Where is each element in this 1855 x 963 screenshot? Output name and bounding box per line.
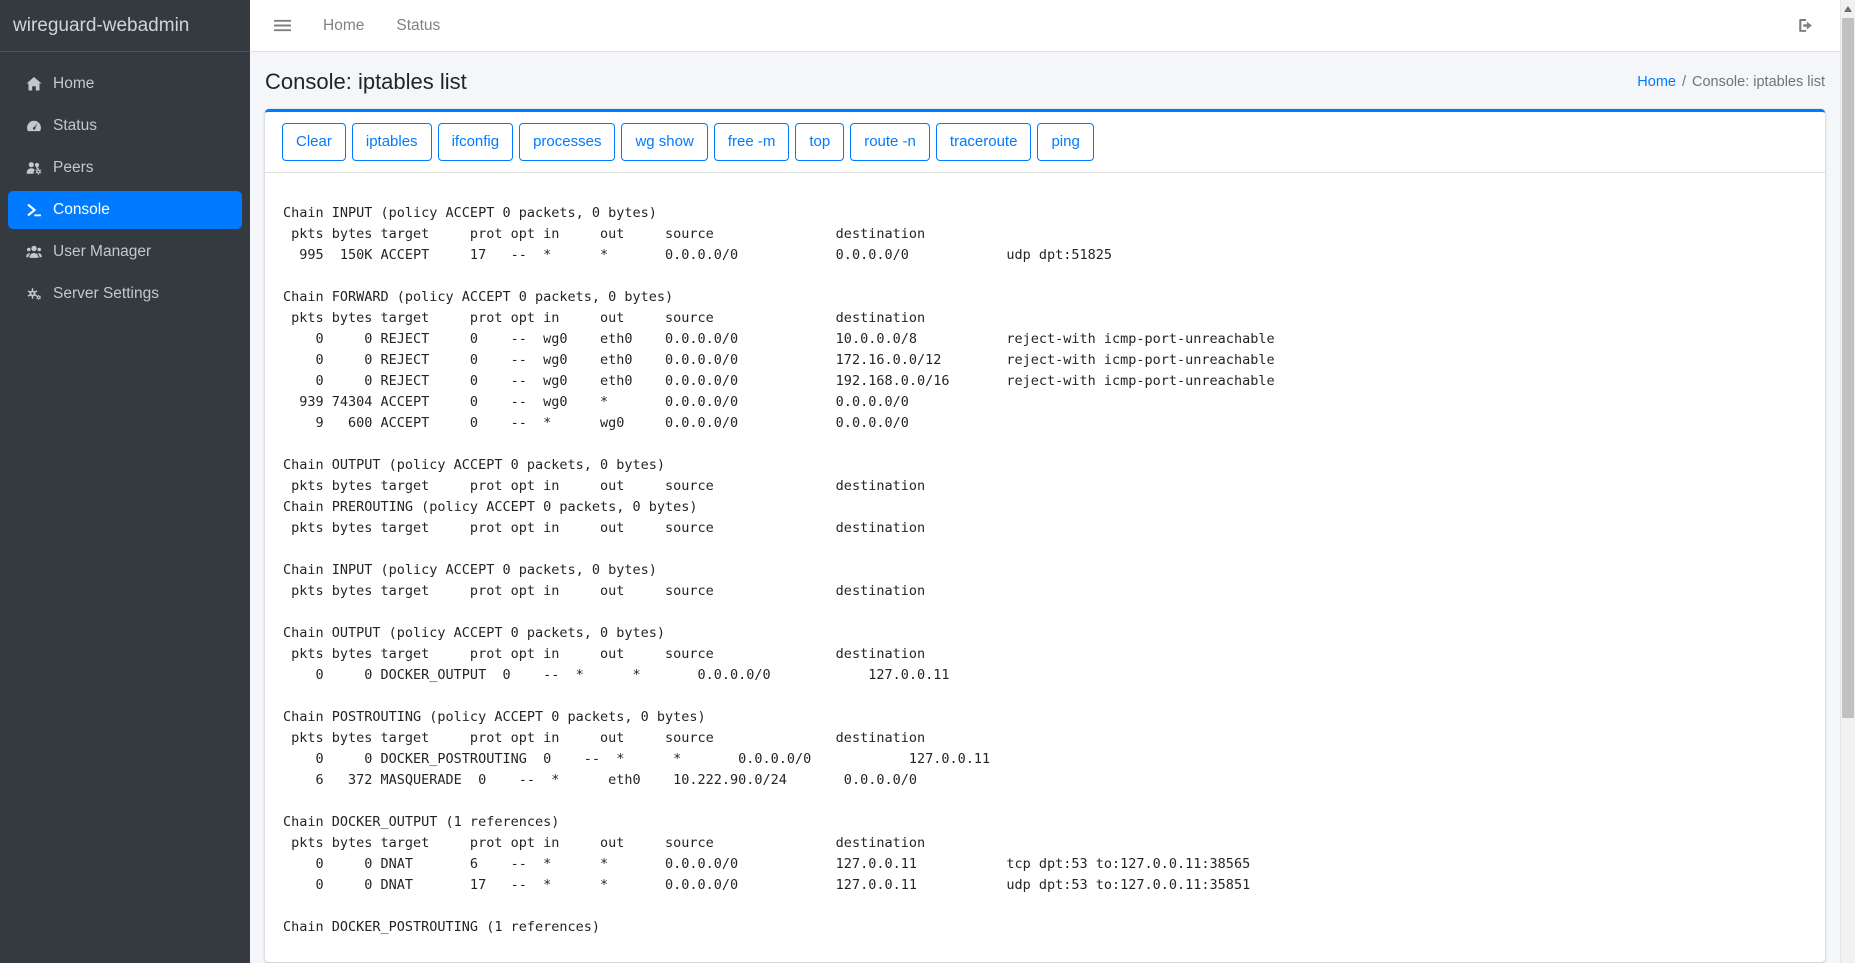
sidebar-item-label: User Manager [53, 243, 151, 261]
free-m-button[interactable]: free -m [714, 123, 790, 161]
terminal-icon [24, 202, 44, 218]
sidebar-item-console[interactable]: Console [8, 191, 242, 229]
brand-link[interactable]: wireguard-webadmin [0, 0, 250, 52]
breadcrumb-current: Console: iptables list [1692, 74, 1825, 90]
sidebar-item-label: Status [53, 117, 97, 135]
menu-icon[interactable] [258, 9, 307, 42]
top-navbar: Home Status [250, 0, 1840, 52]
sidebar-item-label: Server Settings [53, 285, 159, 303]
content-header: Console: iptables list Home / Console: ipt… [250, 52, 1840, 109]
users-icon [24, 244, 44, 260]
navbar-link-status[interactable]: Status [380, 9, 456, 43]
sidebar-item-label: Console [53, 201, 110, 219]
sidebar-item-label: Peers [53, 159, 94, 177]
scrollbar-up-arrow-icon[interactable] [1844, 6, 1852, 12]
console-command-toolbar: Clear iptables ifconfig processes wg sho… [282, 123, 1808, 161]
console-card: Clear iptables ifconfig processes wg sho… [265, 109, 1825, 962]
wg-show-button[interactable]: wg show [621, 123, 707, 161]
logout-icon[interactable] [1787, 9, 1824, 42]
top-button[interactable]: top [795, 123, 844, 161]
sidebar: wireguard-webadmin Home Status [0, 0, 250, 963]
console-card-body: Chain INPUT (policy ACCEPT 0 packets, 0 … [265, 173, 1825, 962]
console-output: Chain INPUT (policy ACCEPT 0 packets, 0 … [283, 203, 1807, 938]
page-scrollbar[interactable] [1840, 0, 1855, 963]
sidebar-menu: Home Status Peers [0, 52, 250, 313]
breadcrumb: Home / Console: iptables list [1637, 74, 1825, 90]
home-icon [24, 76, 44, 92]
processes-button[interactable]: processes [519, 123, 615, 161]
iptables-button[interactable]: iptables [352, 123, 432, 161]
ping-button[interactable]: ping [1037, 123, 1093, 161]
content-area: Clear iptables ifconfig processes wg sho… [250, 109, 1840, 962]
sidebar-item-home[interactable]: Home [8, 65, 242, 103]
main-wrapper: Console: iptables list Home / Console: ipt… [250, 0, 1840, 962]
route-n-button[interactable]: route -n [850, 123, 930, 161]
sidebar-item-status[interactable]: Status [8, 107, 242, 145]
ifconfig-button[interactable]: ifconfig [438, 123, 514, 161]
scrollbar-thumb[interactable] [1842, 18, 1854, 718]
users-cog-icon [24, 160, 44, 176]
sidebar-item-peers[interactable]: Peers [8, 149, 242, 187]
page-title: Console: iptables list [265, 69, 467, 95]
cogs-icon [24, 286, 44, 302]
sidebar-item-server-settings[interactable]: Server Settings [8, 275, 242, 313]
traceroute-button[interactable]: traceroute [936, 123, 1032, 161]
sidebar-item-label: Home [53, 75, 94, 93]
clear-button[interactable]: Clear [282, 123, 346, 161]
navbar-link-home[interactable]: Home [307, 9, 380, 43]
sidebar-item-user-manager[interactable]: User Manager [8, 233, 242, 271]
breadcrumb-separator: / [1682, 74, 1686, 90]
tachometer-icon [24, 118, 44, 134]
console-card-header: Clear iptables ifconfig processes wg sho… [265, 112, 1825, 173]
breadcrumb-home-link[interactable]: Home [1637, 74, 1676, 90]
